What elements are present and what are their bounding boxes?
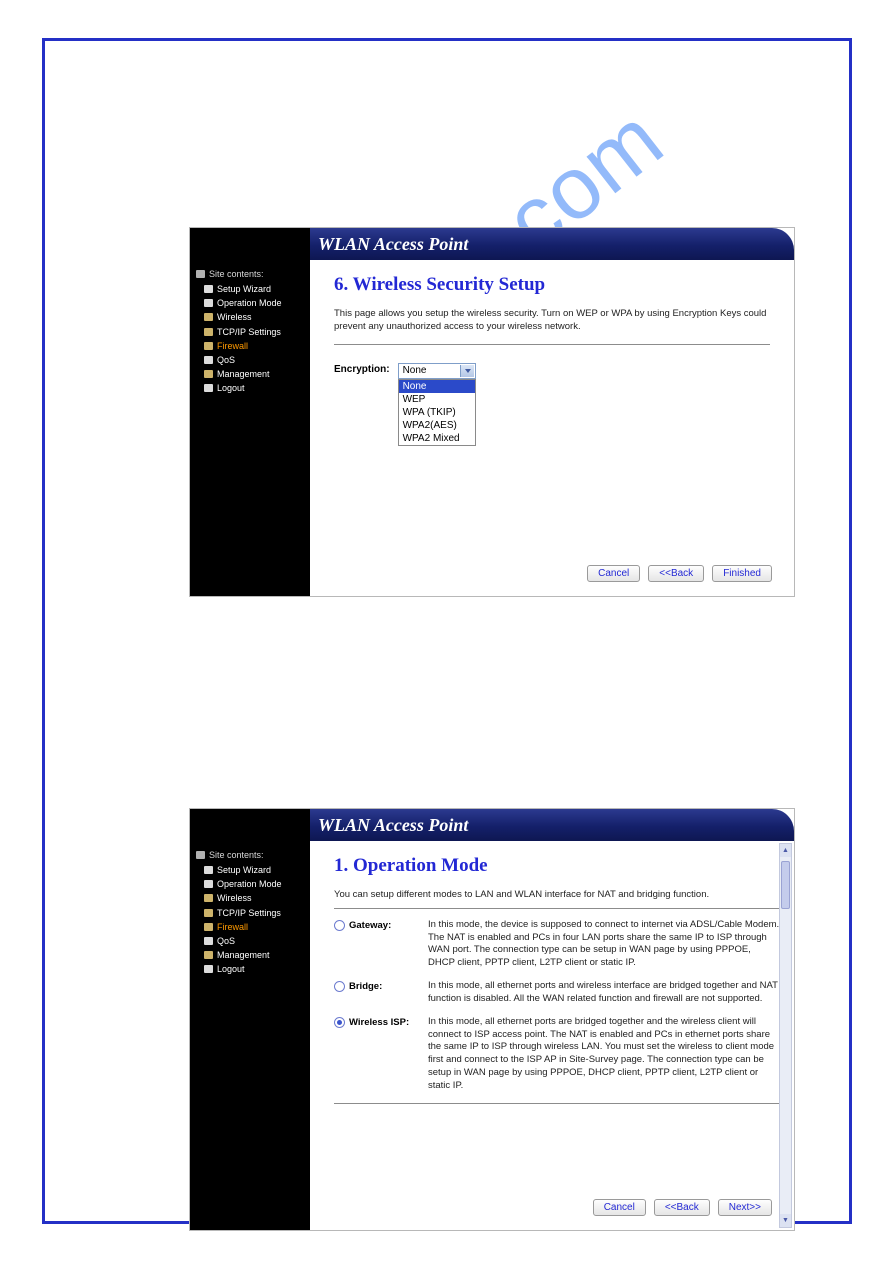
sidebar-item-wireless[interactable]: Wireless [204,891,304,905]
back-button[interactable]: <<Back [648,565,704,582]
home-icon [196,851,205,859]
next-button[interactable]: Next>> [718,1199,772,1216]
folder-icon [204,894,213,902]
scroll-up-icon[interactable]: ▲ [780,844,791,857]
divider [334,1103,780,1104]
button-row: Cancel <<Back Finished [587,565,772,582]
option-wep[interactable]: WEP [399,393,475,406]
scroll-thumb[interactable] [781,861,790,909]
sidebar: Site contents: Setup Wizard Operation Mo… [190,260,310,596]
option-wpa-tkip[interactable]: WPA (TKIP) [399,406,475,419]
folder-icon [204,909,213,917]
page-icon [204,384,213,392]
scroll-down-icon[interactable]: ▼ [780,1214,791,1227]
page-icon [204,937,213,945]
sidebar-item-operation-mode[interactable]: Operation Mode [204,296,304,310]
mode-gateway-desc: In this mode, the device is supposed to … [428,919,780,970]
sidebar-item-operation-mode[interactable]: Operation Mode [204,877,304,891]
sidebar-list: Setup Wizard Operation Mode Wireless TCP… [196,863,304,976]
sidebar: Site contents: Setup Wizard Operation Mo… [190,841,310,1230]
sidebar-item-management[interactable]: Management [204,948,304,962]
sidebar-item-logout[interactable]: Logout [204,381,304,395]
sidebar-item-tcpip[interactable]: TCP/IP Settings [204,325,304,339]
sidebar-item-setup-wizard[interactable]: Setup Wizard [204,863,304,877]
mode-gateway-label: Gateway: [349,920,391,931]
mode-bridge-row: Bridge: In this mode, all ethernet ports… [334,980,780,1006]
main-content: 1. Operation Mode You can setup differen… [310,841,794,1230]
option-none[interactable]: None [399,380,475,393]
folder-icon [204,342,213,350]
page-title: 1. Operation Mode [334,855,780,877]
sidebar-item-firewall[interactable]: Firewall [204,920,304,934]
home-icon [196,270,205,278]
sidebar-item-logout[interactable]: Logout [204,962,304,976]
mode-bridge-label: Bridge: [349,981,382,992]
page-icon [204,299,213,307]
page-title: 6. Wireless Security Setup [334,274,770,296]
option-wpa2-aes[interactable]: WPA2(AES) [399,419,475,432]
title-bar: WLAN Access Point [190,809,794,841]
cancel-button[interactable]: Cancel [587,565,640,582]
mode-wireless-isp-row: Wireless ISP: In this mode, all ethernet… [334,1016,780,1093]
title-bar: WLAN Access Point [190,228,794,260]
radio-gateway[interactable] [334,920,345,931]
finished-button[interactable]: Finished [712,565,772,582]
page-description: This page allows you setup the wireless … [334,308,770,334]
option-wpa2-mixed[interactable]: WPA2 Mixed [399,432,475,445]
page-description: You can setup different modes to LAN and… [334,889,780,902]
sidebar-list: Setup Wizard Operation Mode Wireless TCP… [196,282,304,395]
screenshot-operation-mode: WLAN Access Point Site contents: Setup W… [189,808,795,1231]
page-icon [204,285,213,293]
sidebar-item-setup-wizard[interactable]: Setup Wizard [204,282,304,296]
back-button[interactable]: <<Back [654,1199,710,1216]
sidebar-item-firewall[interactable]: Firewall [204,339,304,353]
folder-icon [204,951,213,959]
page-icon [204,880,213,888]
mode-bridge-desc: In this mode, all ethernet ports and wir… [428,980,780,1006]
folder-icon [204,370,213,378]
sidebar-item-qos[interactable]: QoS [204,353,304,367]
divider [334,344,770,345]
screenshot-security-setup: WLAN Access Point Site contents: Setup W… [189,227,795,597]
page-icon [204,866,213,874]
encryption-options-list: None WEP WPA (TKIP) WPA2(AES) WPA2 Mixed [398,379,476,446]
page-icon [204,965,213,973]
mode-wireless-isp-label: Wireless ISP: [349,1017,409,1028]
encryption-field: Encryption: None None WEP WPA (TKIP) WPA… [334,363,770,379]
encryption-select[interactable]: None [398,363,476,379]
sidebar-item-wireless[interactable]: Wireless [204,310,304,324]
encryption-label: Encryption: [334,363,390,375]
sidebar-header: Site contents: [196,849,304,861]
page-frame: ualshive.com WLAN Access Point Site cont… [42,38,852,1224]
scrollbar[interactable]: ▲ ▼ [779,843,792,1228]
sidebar-header: Site contents: [196,268,304,280]
folder-icon [204,328,213,336]
button-row: Cancel <<Back Next>> [593,1199,772,1216]
folder-icon [204,923,213,931]
page-icon [204,356,213,364]
folder-icon [204,313,213,321]
sidebar-item-tcpip[interactable]: TCP/IP Settings [204,906,304,920]
divider [334,908,780,909]
radio-wireless-isp[interactable] [334,1017,345,1028]
sidebar-item-management[interactable]: Management [204,367,304,381]
sidebar-item-qos[interactable]: QoS [204,934,304,948]
cancel-button[interactable]: Cancel [593,1199,646,1216]
mode-wireless-isp-desc: In this mode, all ethernet ports are bri… [428,1016,780,1093]
main-content: 6. Wireless Security Setup This page all… [310,260,794,596]
radio-bridge[interactable] [334,981,345,992]
mode-gateway-row: Gateway: In this mode, the device is sup… [334,919,780,970]
